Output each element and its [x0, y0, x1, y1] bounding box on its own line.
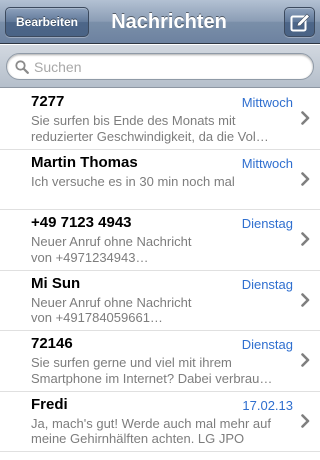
- message-sender: Martin Thomas: [31, 153, 138, 171]
- message-sender: 72146: [31, 335, 73, 352]
- message-preview-line: Sie surfen gerne und viel mit ihrem: [31, 355, 232, 370]
- chevron-right-icon: [301, 111, 310, 125]
- message-row[interactable]: Martin Thomas Mittwoch Ich versuche es i…: [0, 149, 320, 210]
- message-sender: +49 7123 4943: [31, 214, 132, 231]
- message-sender: Fredi: [31, 395, 68, 413]
- message-preview: Ich versuche es in 30 min noch mal: [31, 174, 293, 190]
- search-bar: [0, 45, 320, 88]
- message-preview-line: Ich versuche es in 30 min noch mal: [31, 173, 235, 189]
- chevron-right-icon: [301, 353, 310, 367]
- message-date: Mittwoch: [241, 155, 293, 171]
- message-sender: 7277: [31, 93, 65, 110]
- message-preview: Sie surfen gerne und viel mit ihrem Smar…: [31, 355, 293, 386]
- message-preview: Sie surfen bis Ende des Monats mit reduz…: [31, 113, 293, 144]
- message-preview-line: meine Gehirnhälften achten. LG JPO: [31, 431, 245, 446]
- message-preview-line: reduzierter Geschwindigkeit, da die Vol…: [31, 128, 269, 144]
- message-sender: Mi Sun: [31, 274, 81, 292]
- search-field[interactable]: [6, 53, 314, 80]
- compose-button[interactable]: [284, 7, 315, 37]
- message-list: 7277 Mittwoch Sie surfen bis Ende des Mo…: [0, 89, 320, 452]
- message-date: Dienstag: [241, 216, 293, 231]
- message-preview: Ja, mach's gut! Werde auch mal mehr auf …: [31, 416, 293, 447]
- search-input[interactable]: [34, 57, 304, 77]
- message-row[interactable]: +49 7123 4943 Dienstag Neuer Anruf ohne …: [0, 210, 320, 271]
- page-title: Nachrichten: [111, 11, 227, 33]
- message-preview-line: von +4971234943…: [31, 249, 149, 265]
- message-preview: Neuer Anruf ohne Nachricht von +49178405…: [31, 295, 293, 326]
- message-row[interactable]: 72146 Dienstag Sie surfen gerne und viel…: [0, 331, 320, 392]
- chevron-right-icon: [301, 171, 310, 186]
- message-date: 17.02.13: [242, 397, 293, 413]
- message-date: Dienstag: [241, 337, 293, 352]
- message-preview-line: Neuer Anruf ohne Nachricht: [31, 294, 192, 310]
- message-row[interactable]: 7277 Mittwoch Sie surfen bis Ende des Mo…: [0, 89, 320, 150]
- message-preview-line: Smartphone im Internet? Dabei verbrau…: [31, 370, 273, 386]
- chevron-right-icon: [301, 232, 310, 246]
- message-row[interactable]: Fredi 17.02.13 Ja, mach's gut! Werde auc…: [0, 391, 320, 452]
- navigation-bar: Bearbeiten Nachrichten: [0, 0, 320, 44]
- message-preview-line: von +491784059661…: [31, 310, 163, 325]
- message-preview: Neuer Anruf ohne Nachricht von +49712349…: [31, 234, 293, 265]
- message-date: Mittwoch: [241, 95, 293, 110]
- search-icon: [15, 60, 29, 74]
- message-preview-line: Ja, mach's gut! Werde auch mal mehr auf: [31, 415, 271, 431]
- message-row[interactable]: Mi Sun Dienstag Neuer Anruf ohne Nachric…: [0, 270, 320, 331]
- message-preview-line: Sie surfen bis Ende des Monats mit: [31, 113, 236, 128]
- compose-icon: [290, 13, 310, 32]
- message-preview-line: Neuer Anruf ohne Nachricht: [31, 234, 192, 249]
- chevron-right-icon: [301, 292, 310, 307]
- chevron-right-icon: [301, 413, 310, 428]
- message-date: Dienstag: [241, 276, 293, 292]
